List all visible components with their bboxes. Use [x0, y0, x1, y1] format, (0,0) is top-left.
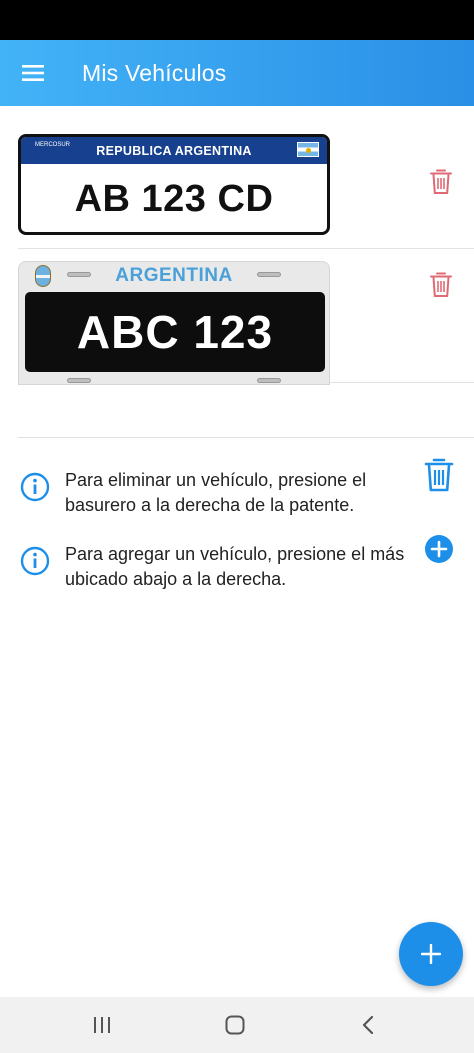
license-plate-argentina: ARGENTINA ABC 123	[18, 261, 330, 385]
hint-delete: Para eliminar un vehículo, presione el b…	[20, 458, 460, 524]
delete-vehicle-button[interactable]	[426, 269, 456, 301]
plate-number: ABC 123	[76, 306, 274, 358]
plate-country-text: ARGENTINA	[115, 265, 233, 286]
menu-button[interactable]	[0, 40, 66, 106]
screw-slot	[67, 272, 91, 277]
home-icon	[225, 1015, 245, 1035]
hamburger-menu-icon	[22, 65, 44, 81]
plus-icon	[421, 944, 441, 964]
hint-text: Para agregar un vehículo, presione el má…	[65, 544, 405, 589]
recent-apps-button[interactable]	[88, 1011, 116, 1039]
argentina-flag-icon	[297, 142, 319, 157]
delete-vehicle-button[interactable]	[426, 166, 456, 198]
back-icon	[362, 1015, 374, 1035]
home-button[interactable]	[221, 1011, 249, 1039]
mercosur-emblem: MERCOSUR	[35, 142, 71, 148]
page-title: Mis Vehículos	[82, 59, 227, 86]
coat-of-arms-icon	[35, 265, 51, 287]
screw-slot	[67, 378, 91, 383]
divider	[18, 437, 474, 438]
hint-text: Para eliminar un vehículo, presione el b…	[65, 470, 367, 515]
screw-slot	[257, 378, 281, 383]
vehicle-row[interactable]: MERCOSUR REPUBLICA ARGENTINA AB 123 CD	[18, 134, 474, 249]
screw-slot	[257, 272, 281, 277]
trash-icon	[430, 272, 452, 297]
system-nav-bar	[0, 997, 474, 1053]
trash-icon	[424, 458, 454, 492]
info-icon	[20, 472, 50, 502]
vehicle-row[interactable]: ARGENTINA ABC 123	[18, 249, 474, 385]
plate-number: AB 123 CD	[74, 178, 274, 220]
recent-apps-icon	[94, 1017, 110, 1033]
trash-icon	[430, 169, 452, 194]
info-icon	[20, 546, 50, 576]
back-button[interactable]	[354, 1011, 382, 1039]
plate-number-panel: ABC 123	[25, 292, 325, 372]
add-vehicle-fab[interactable]	[399, 922, 463, 986]
add-circle-icon	[425, 535, 453, 563]
status-bar	[0, 0, 474, 40]
plate-header-text: REPUBLICA ARGENTINA	[96, 143, 252, 158]
app-bar: Mis Vehículos	[0, 40, 474, 106]
hint-add: Para agregar un vehículo, presione el má…	[20, 532, 460, 592]
plate-header-band: MERCOSUR REPUBLICA ARGENTINA	[21, 137, 327, 164]
plate-header: ARGENTINA	[19, 262, 329, 290]
license-plate-mercosur: MERCOSUR REPUBLICA ARGENTINA AB 123 CD	[18, 134, 330, 235]
